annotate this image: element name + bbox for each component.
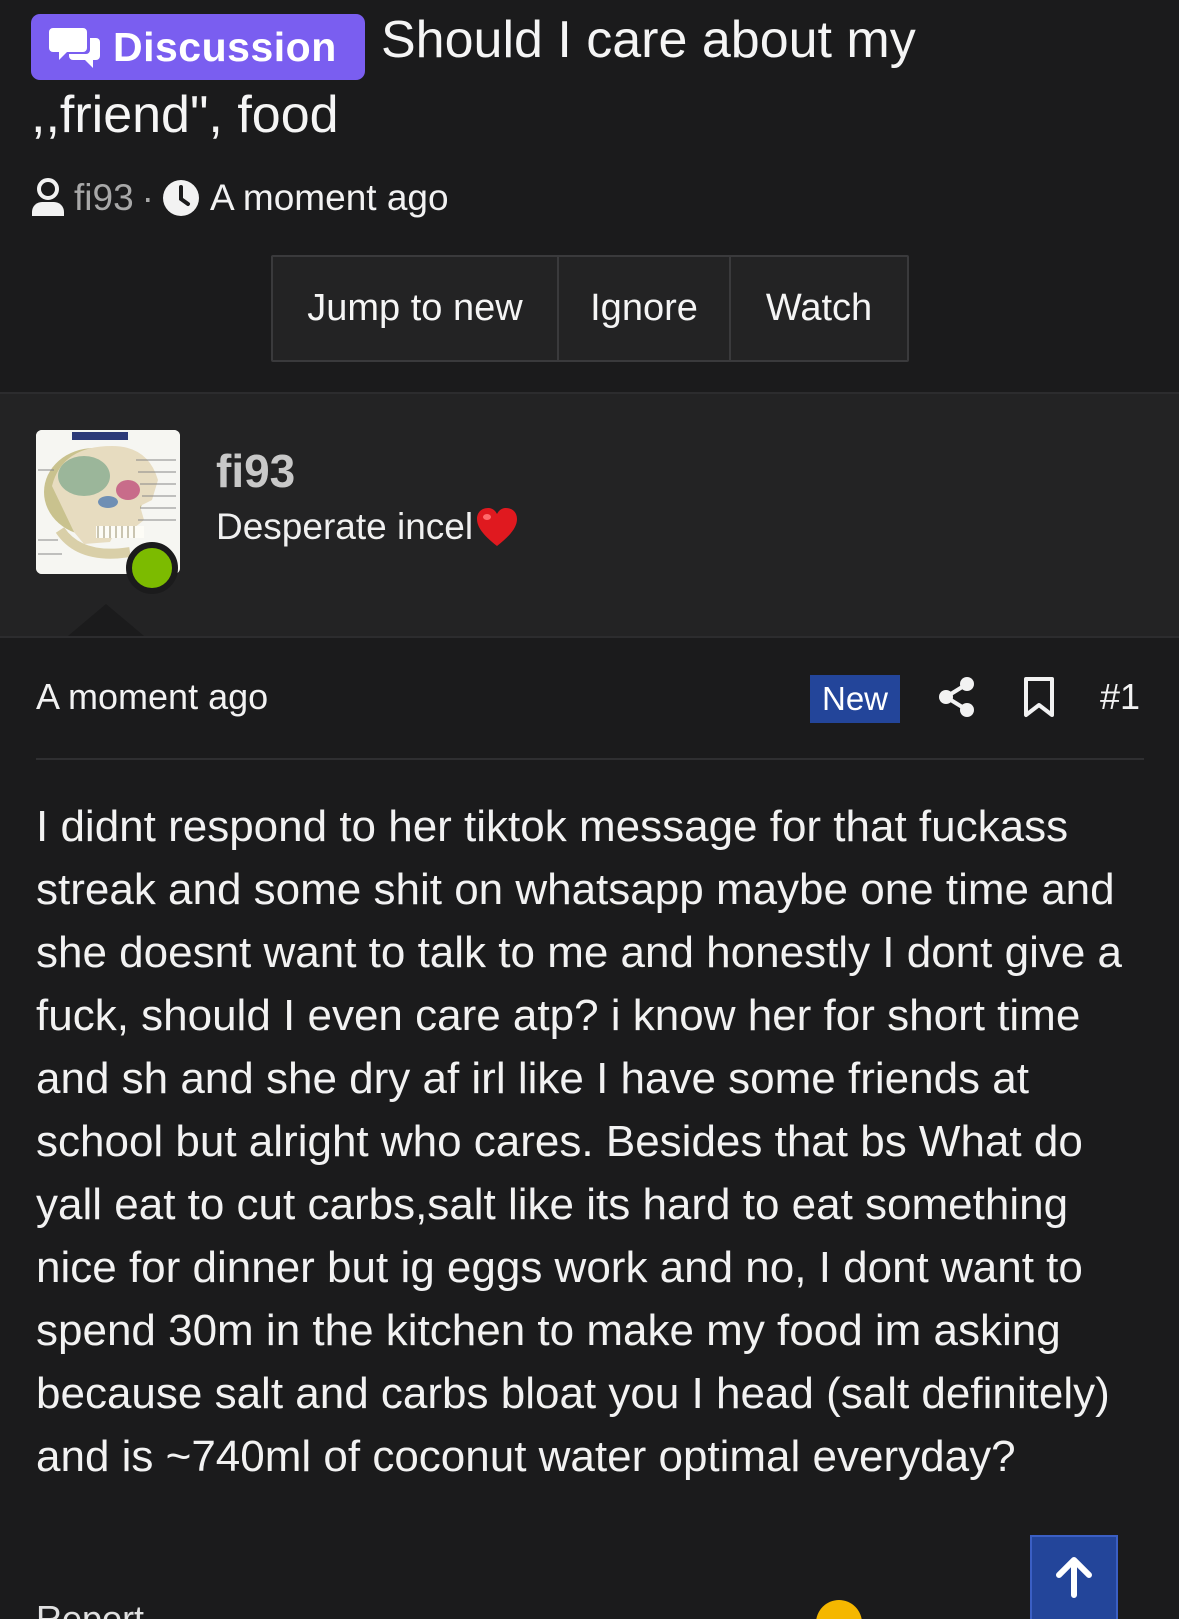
chat-bubbles-icon	[49, 28, 100, 68]
thread-time-link[interactable]: A moment ago	[210, 177, 449, 219]
post-body-text: I didnt respond to her tiktok message fo…	[36, 802, 1123, 1481]
red-heart-icon	[477, 508, 518, 546]
post-meta-bar: A moment ago New #1	[0, 660, 1179, 740]
meta-separator: ·	[141, 177, 154, 218]
bookmark-icon[interactable]	[1022, 676, 1056, 718]
thread-title: Should I care about my	[381, 11, 916, 69]
scroll-to-top-button[interactable]	[1030, 1535, 1118, 1619]
arrow-up-icon	[1056, 1557, 1092, 1598]
user-title-text: Desperate incel	[216, 506, 474, 547]
prefix-badge-discussion[interactable]: Discussion	[31, 14, 365, 80]
thread-meta: fi93 · A moment ago	[30, 175, 449, 221]
report-link[interactable]: Report	[36, 1598, 144, 1619]
thread-title-continued: ,,friend", food	[31, 86, 339, 144]
post-pointer-arrow	[68, 604, 144, 636]
jump-to-new-button[interactable]: Jump to new	[273, 257, 559, 360]
share-icon[interactable]	[938, 676, 976, 718]
user-icon	[32, 178, 64, 216]
prefix-label: Discussion	[113, 23, 337, 70]
ignore-button[interactable]: Ignore	[559, 257, 731, 360]
online-status-indicator	[126, 542, 178, 594]
watch-button[interactable]: Watch	[731, 257, 907, 360]
reaction-emoji-icon[interactable]	[816, 1600, 862, 1619]
post-time-link[interactable]: A moment ago	[36, 676, 268, 718]
post-footer: Report	[36, 1598, 1144, 1619]
new-post-badge: New	[810, 675, 900, 723]
post-meta-divider	[36, 758, 1144, 760]
post-number-link[interactable]: #1	[1100, 676, 1140, 718]
user-title: Desperate incel	[216, 506, 519, 548]
clock-icon	[162, 180, 199, 216]
thread-header: Discussion Should I care about my ,,frie…	[0, 0, 1179, 392]
post-username-link[interactable]: fi93	[216, 444, 295, 498]
thread-actions: Jump to new Ignore Watch	[271, 255, 909, 362]
thread-author-link[interactable]: fi93	[74, 177, 134, 219]
user-block-divider	[0, 636, 1179, 638]
post-user-block: fi93 Desperate incel	[0, 394, 1179, 636]
